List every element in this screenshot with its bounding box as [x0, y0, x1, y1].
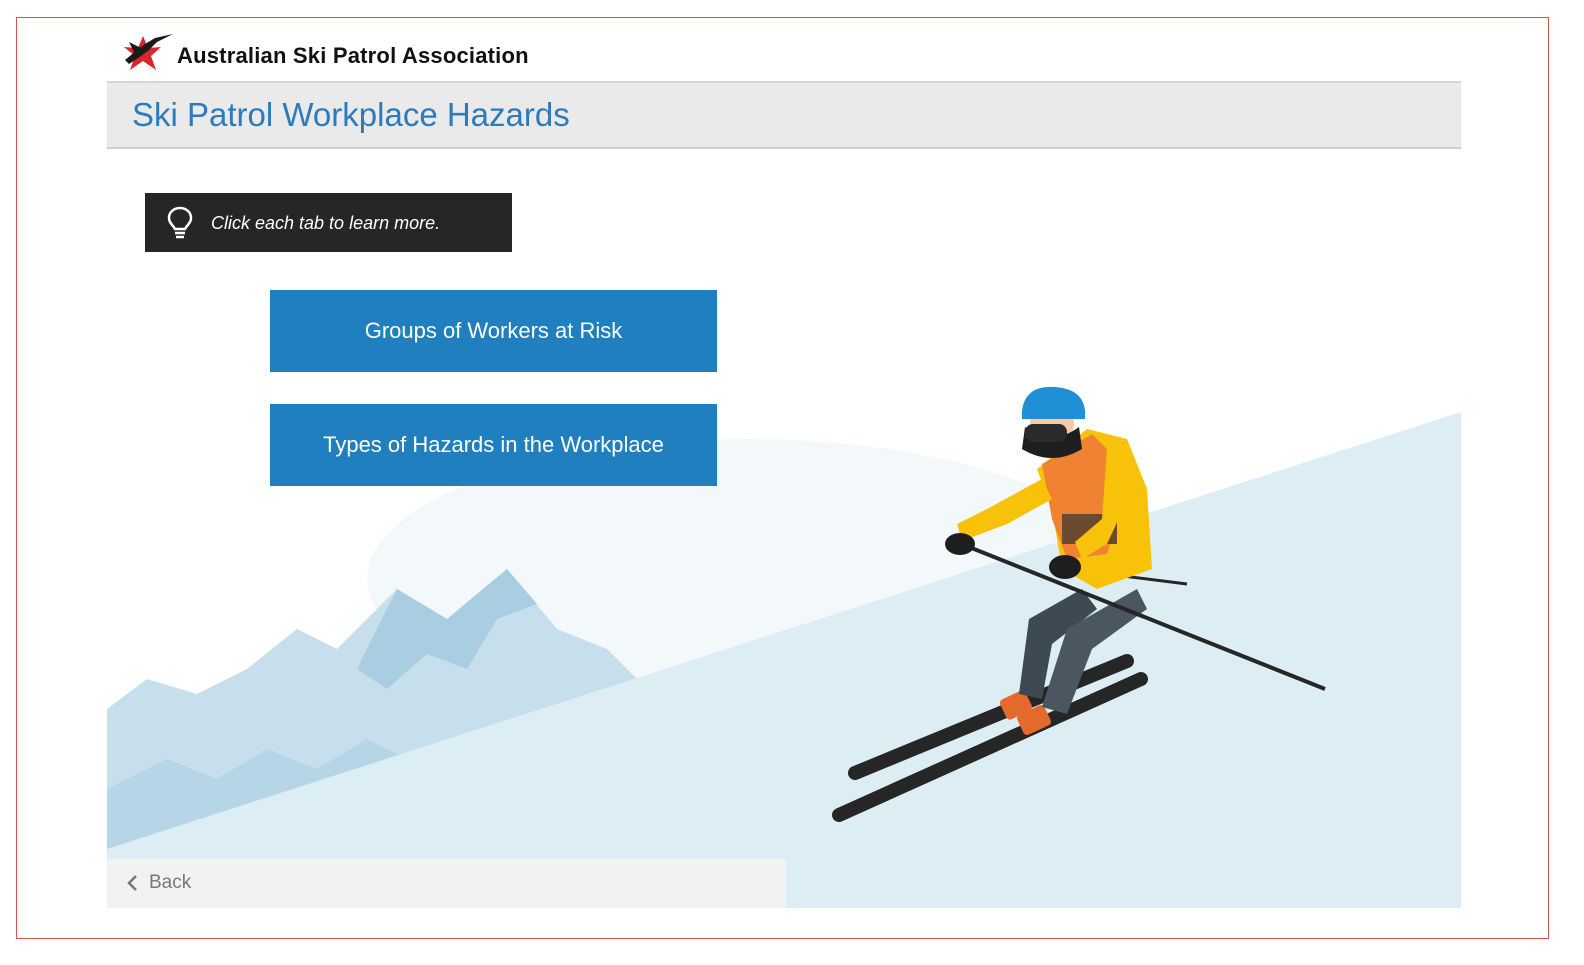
chevron-left-icon — [127, 875, 137, 891]
tip-text: Click each tab to learn more. — [211, 213, 441, 233]
back-button[interactable]: Back — [125, 872, 191, 894]
brand-header: Australian Ski Patrol Association — [107, 26, 1461, 83]
aspa-star-logo-icon — [124, 34, 173, 70]
navigation-bar: Back — [107, 859, 786, 908]
tip-callout: Click each tab to learn more. — [145, 193, 512, 252]
ski-slope-illustration — [107, 386, 1461, 908]
title-bar: Ski Patrol Workplace Hazards — [107, 83, 1461, 149]
course-player: Australian Ski Patrol Association Ski Pa… — [107, 26, 1461, 908]
lightbulb-icon — [167, 206, 193, 239]
back-label: Back — [149, 872, 192, 893]
page-title: Ski Patrol Workplace Hazards — [132, 96, 570, 133]
brand-name: Australian Ski Patrol Association — [177, 43, 529, 68]
tab-groups-of-workers-at-risk[interactable]: Groups of Workers at Risk — [270, 290, 717, 372]
tab-types-of-hazards[interactable]: Types of Hazards in the Workplace — [270, 404, 717, 486]
